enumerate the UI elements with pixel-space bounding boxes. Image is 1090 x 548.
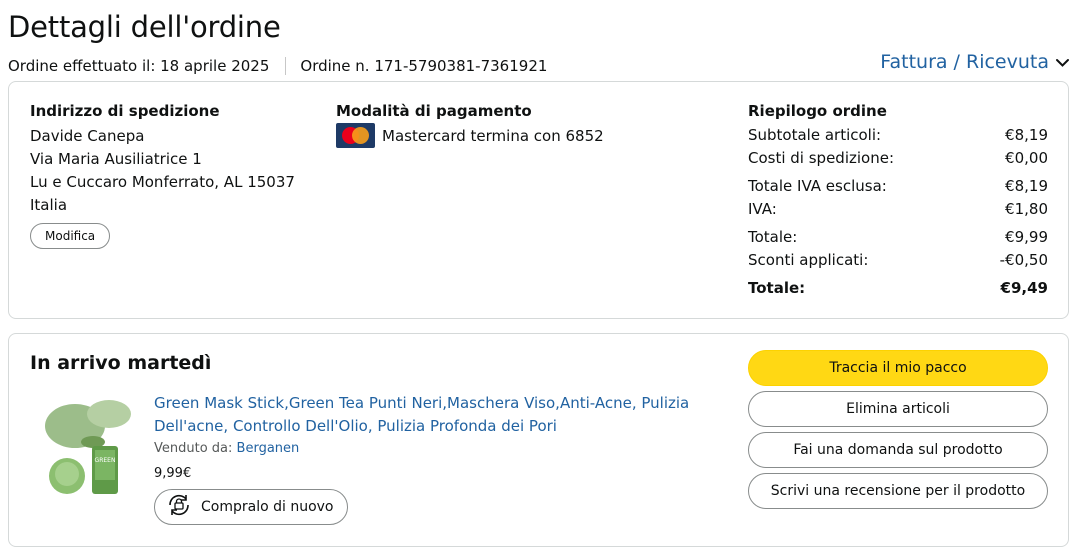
track-package-button[interactable]: Traccia il mio pacco: [748, 350, 1048, 386]
address-line: Via Maria Ausiliatrice 1: [30, 150, 202, 168]
seller-info: Venduto da: Berganen: [154, 441, 299, 456]
chevron-down-icon: [1055, 51, 1070, 73]
grand-total-value: €9,49: [1000, 279, 1048, 297]
summary-value: €8,19: [1005, 177, 1048, 195]
payment-method: Modalità di pagamento Mastercard termina…: [336, 102, 716, 148]
modify-address-button[interactable]: Modifica: [30, 223, 111, 249]
order-date: Ordine effettuato il: 18 aprile 2025: [8, 57, 270, 75]
summary-label: Sconti applicati:: [748, 251, 869, 269]
summary-value: €0,00: [1005, 149, 1048, 167]
shipment-status-title: In arrivo martedì: [30, 352, 212, 374]
summary-label: Totale:: [748, 228, 798, 246]
invoice-label: Fattura / Ricevuta: [880, 51, 1049, 73]
summary-label: Subtotale articoli:: [748, 126, 882, 144]
order-summary: Riepilogo ordine Subtotale articoli: €8,…: [748, 102, 1048, 300]
summary-row-vat: IVA: €1,80: [748, 198, 1048, 221]
invoice-dropdown[interactable]: Fattura / Ricevuta: [880, 51, 1070, 73]
page-title: Dettagli dell'ordine: [8, 10, 281, 44]
shipping-address-title: Indirizzo di spedizione: [30, 102, 220, 120]
summary-row-net: Totale IVA esclusa: €8,19: [748, 175, 1048, 198]
delete-items-button[interactable]: Elimina articoli: [748, 391, 1048, 427]
summary-value: €1,80: [1005, 200, 1048, 218]
order-summary-title: Riepilogo ordine: [748, 102, 887, 120]
summary-row-grand-total: Totale: €9,49: [748, 277, 1048, 300]
order-summary-box: Indirizzo di spedizione Davide Canepa Vi…: [8, 81, 1069, 319]
summary-label: Totale IVA esclusa:: [748, 177, 887, 195]
summary-label: IVA:: [748, 200, 777, 218]
mastercard-icon: [336, 123, 375, 148]
summary-value: -€0,50: [999, 251, 1048, 269]
payment-card-text: Mastercard termina con 6852: [382, 126, 604, 145]
summary-row-discounts: Sconti applicati: -€0,50: [748, 249, 1048, 272]
buy-again-icon: [165, 492, 193, 522]
address-line: Lu e Cuccaro Monferrato, AL 15037: [30, 173, 295, 191]
shipment-box: In arrivo martedì GREEN Green Mask Stick…: [8, 333, 1069, 547]
order-meta: Ordine effettuato il: 18 aprile 2025 Ord…: [8, 57, 547, 75]
summary-value: €9,99: [1005, 228, 1048, 246]
payment-card-row: Mastercard termina con 6852: [336, 123, 716, 148]
address-line: Italia: [30, 196, 68, 214]
order-number: Ordine n. 171-5790381-7361921: [300, 57, 548, 75]
sold-by-label: Venduto da:: [154, 441, 233, 456]
ask-question-button[interactable]: Fai una domanda sul prodotto: [748, 432, 1048, 468]
shipping-address: Indirizzo di spedizione Davide Canepa Vi…: [30, 102, 320, 249]
product-price: 9,99€: [154, 466, 192, 481]
buy-again-button[interactable]: Compralo di nuovo: [154, 489, 348, 525]
divider: [285, 57, 287, 75]
write-review-button[interactable]: Scrivi una recensione per il prodotto: [748, 473, 1048, 509]
product-image-label: GREEN: [95, 457, 116, 464]
address-line: Davide Canepa: [30, 127, 145, 145]
summary-row-subtotal: Subtotale articoli: €8,19: [748, 124, 1048, 147]
summary-value: €8,19: [1005, 126, 1048, 144]
product-image[interactable]: GREEN: [37, 394, 147, 500]
summary-row-total: Totale: €9,99: [748, 226, 1048, 249]
summary-row-shipping: Costi di spedizione: €0,00: [748, 147, 1048, 170]
product-title-link[interactable]: Green Mask Stick,Green Tea Punti Neri,Ma…: [154, 392, 714, 438]
buy-again-label: Compralo di nuovo: [201, 499, 334, 515]
payment-method-title: Modalità di pagamento: [336, 102, 532, 120]
summary-label: Costi di spedizione:: [748, 149, 895, 167]
grand-total-label: Totale:: [748, 279, 806, 297]
seller-link[interactable]: Berganen: [237, 441, 300, 456]
